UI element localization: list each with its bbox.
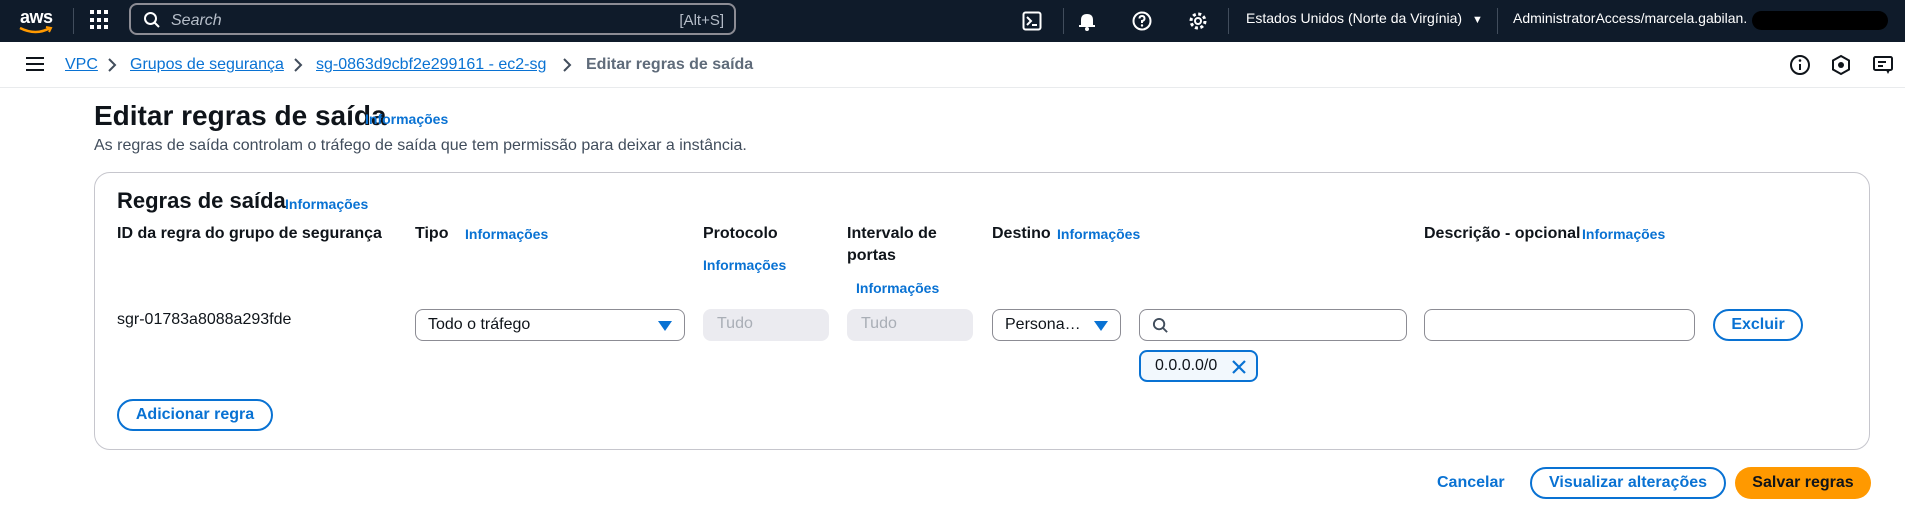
type-select-value: Todo o tráfego — [428, 316, 531, 333]
services-grid-icon[interactable] — [90, 10, 110, 30]
page-info-link[interactable]: Informações — [365, 111, 448, 127]
info-panel-icon[interactable] — [1789, 54, 1811, 76]
breadcrumb-security-group[interactable]: sg-0863d9cbf2e299161 - ec2-sg — [316, 56, 546, 74]
breadcrumb-security-groups[interactable]: Grupos de segurança — [130, 56, 284, 74]
column-header-port-range-line1: Intervalo de — [847, 225, 937, 242]
breadcrumb-chevron-icon — [294, 58, 303, 72]
destination-type-value: Persona… — [1005, 316, 1081, 333]
top-navigation: aws Search [Alt+S] Estados Unidos (Norte… — [0, 0, 1905, 42]
description-info-link[interactable]: Informações — [1582, 226, 1665, 242]
breadcrumb-chevron-icon — [108, 58, 117, 72]
region-label: Estados Unidos (Norte da Virgínia) — [1246, 10, 1463, 26]
page-description: As regras de saída controlam o tráfego d… — [94, 137, 747, 154]
redacted-account-mask — [1752, 11, 1888, 30]
type-caret-icon — [658, 321, 672, 331]
remove-token-close-icon[interactable] — [1231, 359, 1247, 375]
protocol-value: Tudo — [717, 315, 753, 332]
description-input[interactable] — [1424, 309, 1695, 341]
column-header-port-range-line2: portas — [847, 247, 896, 264]
help-icon[interactable] — [1130, 9, 1154, 33]
rules-info-link[interactable]: Informações — [285, 196, 368, 212]
aws-smile-icon — [19, 26, 53, 34]
type-info-link[interactable]: Informações — [465, 226, 548, 242]
port-range-info-link[interactable]: Informações — [856, 280, 939, 296]
nav-divider — [73, 8, 74, 34]
delete-rule-button[interactable]: Excluir — [1713, 309, 1803, 341]
breadcrumb-bar: VPC Grupos de segurança sg-0863d9cbf2e29… — [0, 42, 1905, 88]
search-placeholder: Search — [171, 12, 222, 29]
protocol-field: Tudo — [703, 309, 829, 341]
aws-logo[interactable]: aws — [18, 6, 58, 36]
region-selector[interactable]: Estados Unidos (Norte da Virgínia) ▼ — [1246, 10, 1483, 26]
port-range-field: Tudo — [847, 309, 973, 341]
search-icon — [1152, 317, 1168, 333]
column-header-rule-id: ID da regra do grupo de segurança — [117, 225, 382, 242]
type-select[interactable]: Todo o tráfego — [415, 309, 685, 341]
port-range-value: Tudo — [861, 315, 897, 332]
destination-token: 0.0.0.0/0 — [1139, 350, 1258, 382]
rules-section-title: Regras de saída — [117, 188, 286, 213]
nav-divider — [1497, 8, 1498, 34]
region-caret-icon: ▼ — [1471, 14, 1483, 26]
search-icon — [144, 12, 160, 28]
feedback-screen-icon[interactable] — [1872, 54, 1894, 76]
destination-info-link[interactable]: Informações — [1057, 226, 1140, 242]
account-label: AdministratorAccess/marcela.gabilan. — [1513, 10, 1748, 26]
breadcrumb-chevron-icon — [563, 58, 572, 72]
add-rule-button[interactable]: Adicionar regra — [117, 399, 273, 431]
settings-gear-icon[interactable] — [1186, 9, 1210, 33]
column-header-type: Tipo — [415, 225, 449, 242]
column-header-destination: Destino — [992, 225, 1051, 242]
menu-hamburger-icon[interactable] — [26, 57, 44, 71]
column-header-description: Descrição - opcional — [1424, 225, 1581, 242]
search-bar[interactable]: Search [Alt+S] — [129, 3, 736, 35]
protocol-info-link[interactable]: Informações — [703, 257, 786, 273]
cancel-button[interactable]: Cancelar — [1437, 474, 1505, 492]
search-shortcut: [Alt+S] — [679, 12, 724, 29]
notifications-bell-icon[interactable] — [1075, 9, 1099, 33]
cloudshell-icon[interactable] — [1020, 9, 1044, 33]
aws-logo-text: aws — [20, 7, 53, 27]
hexagon-settings-icon[interactable] — [1830, 54, 1852, 76]
destination-search-input[interactable] — [1139, 309, 1407, 341]
breadcrumb-vpc[interactable]: VPC — [65, 56, 98, 74]
destination-type-select[interactable]: Persona… — [992, 309, 1121, 341]
column-header-protocol: Protocolo — [703, 225, 778, 242]
page-title: Editar regras de saída — [94, 100, 387, 131]
breadcrumb-current: Editar regras de saída — [586, 56, 754, 73]
nav-divider — [1063, 8, 1064, 34]
nav-divider — [1228, 8, 1229, 34]
destination-token-label: 0.0.0.0/0 — [1155, 357, 1218, 374]
destination-caret-icon — [1094, 321, 1108, 331]
rule-id-value: sgr-01783a8088a293fde — [117, 311, 292, 328]
save-rules-button[interactable]: Salvar regras — [1735, 467, 1871, 499]
preview-changes-button[interactable]: Visualizar alterações — [1530, 467, 1726, 499]
account-menu[interactable]: AdministratorAccess/marcela.gabilan. — [1513, 10, 1747, 26]
